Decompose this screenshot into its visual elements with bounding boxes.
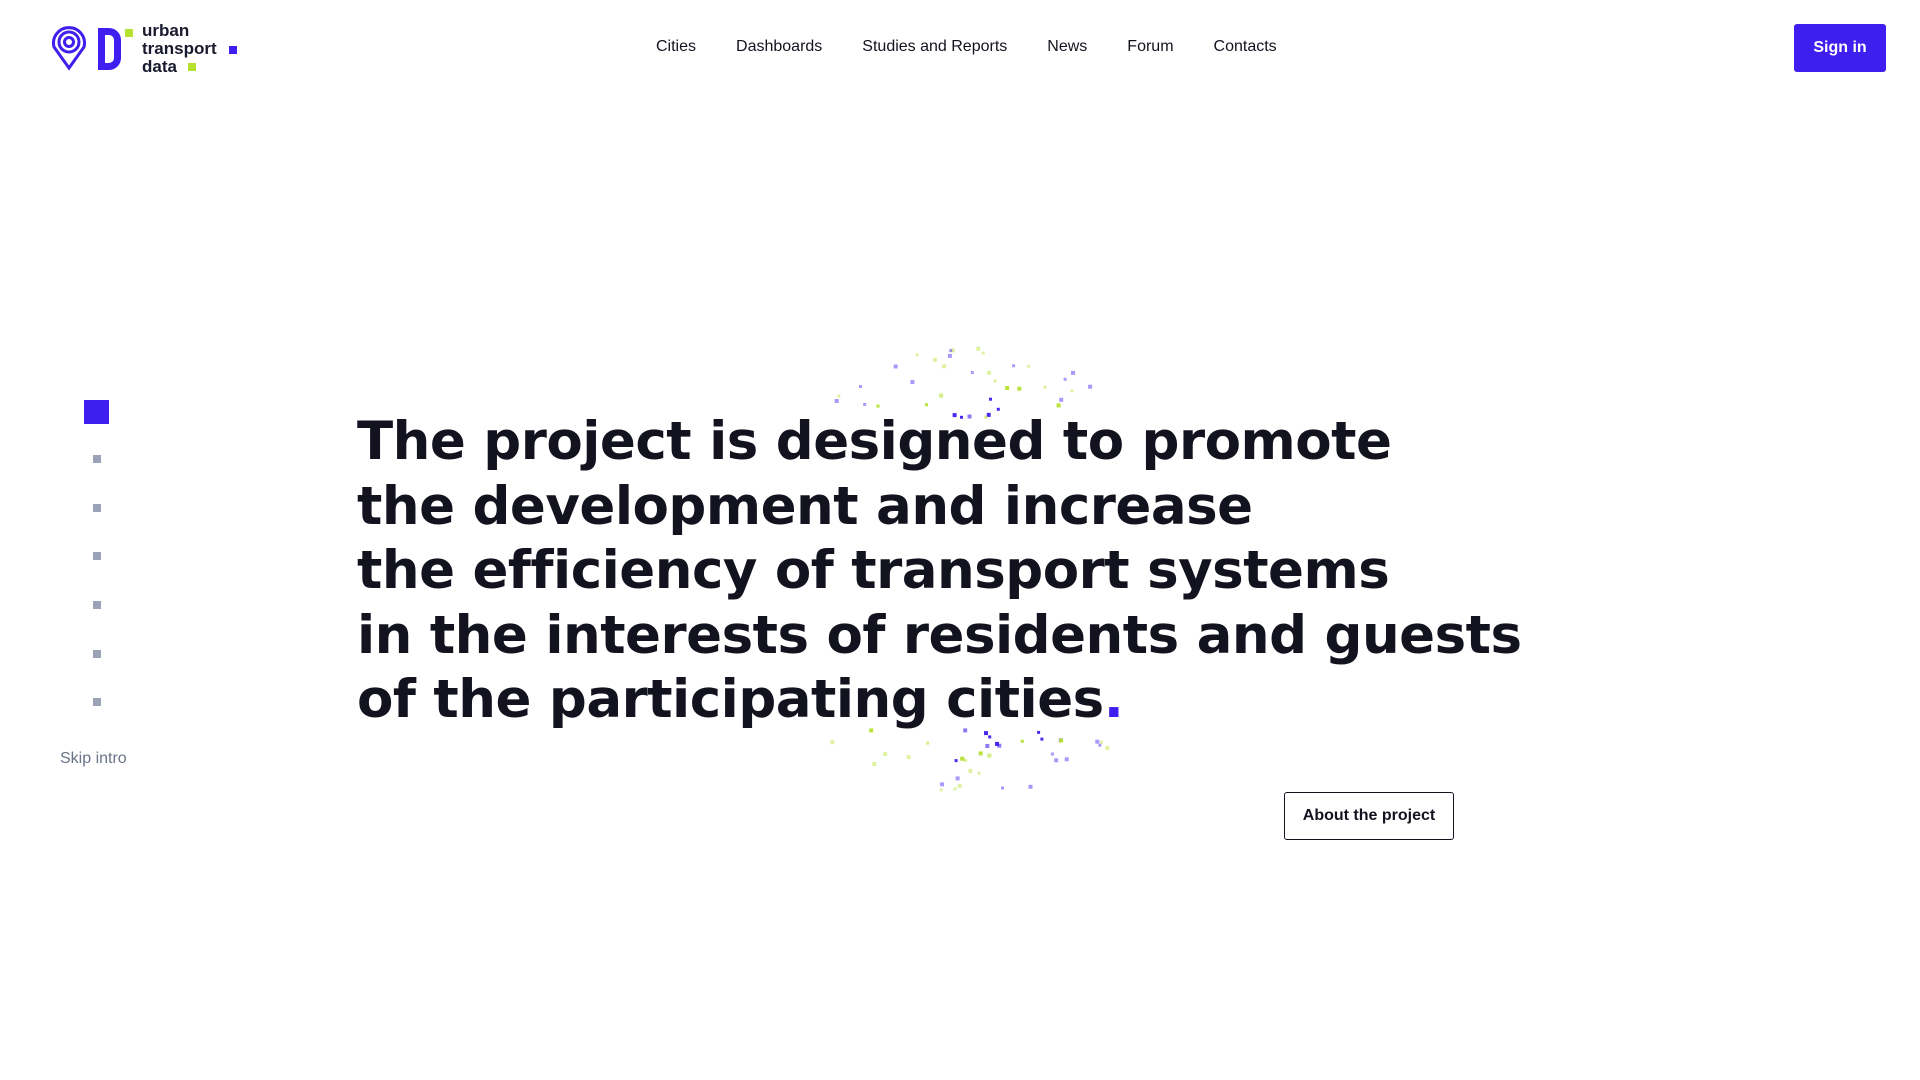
hero-line-3: the efficiency of transport systems (357, 540, 1390, 601)
globe-dot (893, 364, 898, 369)
pager-dot[interactable] (93, 698, 101, 706)
hero-line-5-wrap: of the participating cities. (357, 668, 1657, 733)
globe-dot (883, 752, 888, 757)
globe-dot (830, 740, 835, 745)
globe-dot (925, 403, 928, 407)
globe-dot (1059, 397, 1064, 402)
globe-dot (995, 741, 999, 746)
page: urban transport data Cities Dashboards S… (0, 0, 1920, 1080)
globe-dot (939, 788, 943, 792)
globe-dot (863, 403, 867, 406)
globe-dot (1056, 403, 1061, 408)
pager-dot-active[interactable] (84, 400, 109, 424)
globe-dot (872, 762, 877, 766)
hero-headline: The project is designed to promote the d… (357, 410, 1657, 733)
globe-dot (837, 394, 841, 398)
globe-dot (1005, 386, 1010, 390)
nav-contacts[interactable]: Contacts (1214, 36, 1277, 58)
nav-dashboards[interactable]: Dashboards (736, 36, 822, 58)
globe-dot (981, 351, 985, 355)
globe-dot (970, 371, 974, 374)
logo-wordmark: urban transport data (142, 22, 217, 76)
globe-dot (1040, 737, 1044, 741)
globe-dot (947, 353, 952, 358)
globe-dot (1105, 745, 1110, 750)
globe-dot (987, 370, 992, 375)
globe-dot (1054, 758, 1059, 763)
pager-dot[interactable] (93, 650, 101, 658)
globe-dot (915, 353, 919, 357)
pager-dot[interactable] (93, 455, 101, 463)
pager-dot[interactable] (93, 552, 101, 560)
globe-dot (985, 744, 990, 748)
globe-dot (1064, 757, 1069, 762)
globe-dot (977, 771, 981, 775)
nav-cities[interactable]: Cities (656, 36, 696, 58)
globe-dot (953, 787, 957, 791)
skip-intro-link[interactable]: Skip intro (60, 750, 127, 768)
globe-dot (1071, 370, 1075, 375)
globe-dot (926, 741, 930, 745)
pin-logo-icon (52, 26, 86, 71)
globe-dot (1017, 386, 1022, 391)
globe-dot (1070, 389, 1074, 393)
globe-dot (954, 759, 958, 763)
logo-word-data: data (142, 57, 177, 76)
globe-dot (940, 782, 945, 787)
hero-line-5: of the participating cities (357, 669, 1104, 730)
hero-end-mark: . (1103, 669, 1124, 730)
main-nav: Cities Dashboards Studies and Reports Ne… (656, 36, 1317, 58)
hero-line-4: in the interests of residents and guests (357, 604, 1522, 666)
globe-dot (955, 776, 960, 781)
globe-dot (957, 783, 962, 788)
globe-dot (834, 399, 839, 403)
logo-square-green-top (125, 29, 133, 37)
globe-dot (1063, 377, 1067, 381)
globe-dot (949, 349, 953, 353)
logo-square-purple (229, 46, 237, 54)
globe-dot (1020, 739, 1024, 743)
globe-dot (1043, 385, 1047, 389)
globe-dot (1050, 752, 1054, 756)
about-the-project-button[interactable]: About the project (1284, 792, 1454, 840)
nav-studies-and-reports[interactable]: Studies and Reports (862, 36, 1007, 58)
nav-news[interactable]: News (1047, 36, 1087, 58)
globe-dot (876, 404, 880, 408)
globe-dot (960, 756, 965, 761)
hero-line-1: The project is designed to promote (357, 411, 1392, 472)
globe-dot (932, 357, 937, 362)
globe-dot (968, 768, 973, 773)
globe-dot (859, 385, 862, 388)
globe-dot (910, 380, 915, 384)
pager-dot[interactable] (93, 504, 101, 512)
globe-dot (1012, 364, 1016, 368)
globe-dot (1001, 786, 1004, 790)
pager-dot[interactable] (93, 601, 101, 609)
logo-word-transport: transport (142, 39, 217, 58)
globe-dot (976, 346, 981, 351)
globe-dot (987, 753, 992, 758)
d-logo-icon (98, 28, 121, 70)
globe-dot (939, 393, 944, 398)
globe-dot (1095, 739, 1100, 744)
globe-dot (1027, 364, 1031, 368)
globe-dot (988, 735, 992, 739)
globe-dot (906, 755, 911, 760)
globe-dot (1059, 738, 1064, 743)
sign-in-button[interactable]: Sign in (1794, 24, 1886, 72)
globe-dot (1100, 740, 1103, 744)
globe-dot (1028, 784, 1033, 789)
nav-forum[interactable]: Forum (1127, 36, 1173, 58)
globe-dot (942, 364, 946, 369)
globe-dot (978, 751, 983, 756)
logo-word-urban: urban (142, 21, 190, 40)
globe-dot (989, 397, 992, 401)
globe-dot (993, 379, 997, 383)
hero-line-2: the development and increase (357, 475, 1253, 537)
globe-dot (963, 758, 967, 762)
globe-dot (1088, 384, 1093, 389)
globe-dot (1098, 743, 1102, 747)
